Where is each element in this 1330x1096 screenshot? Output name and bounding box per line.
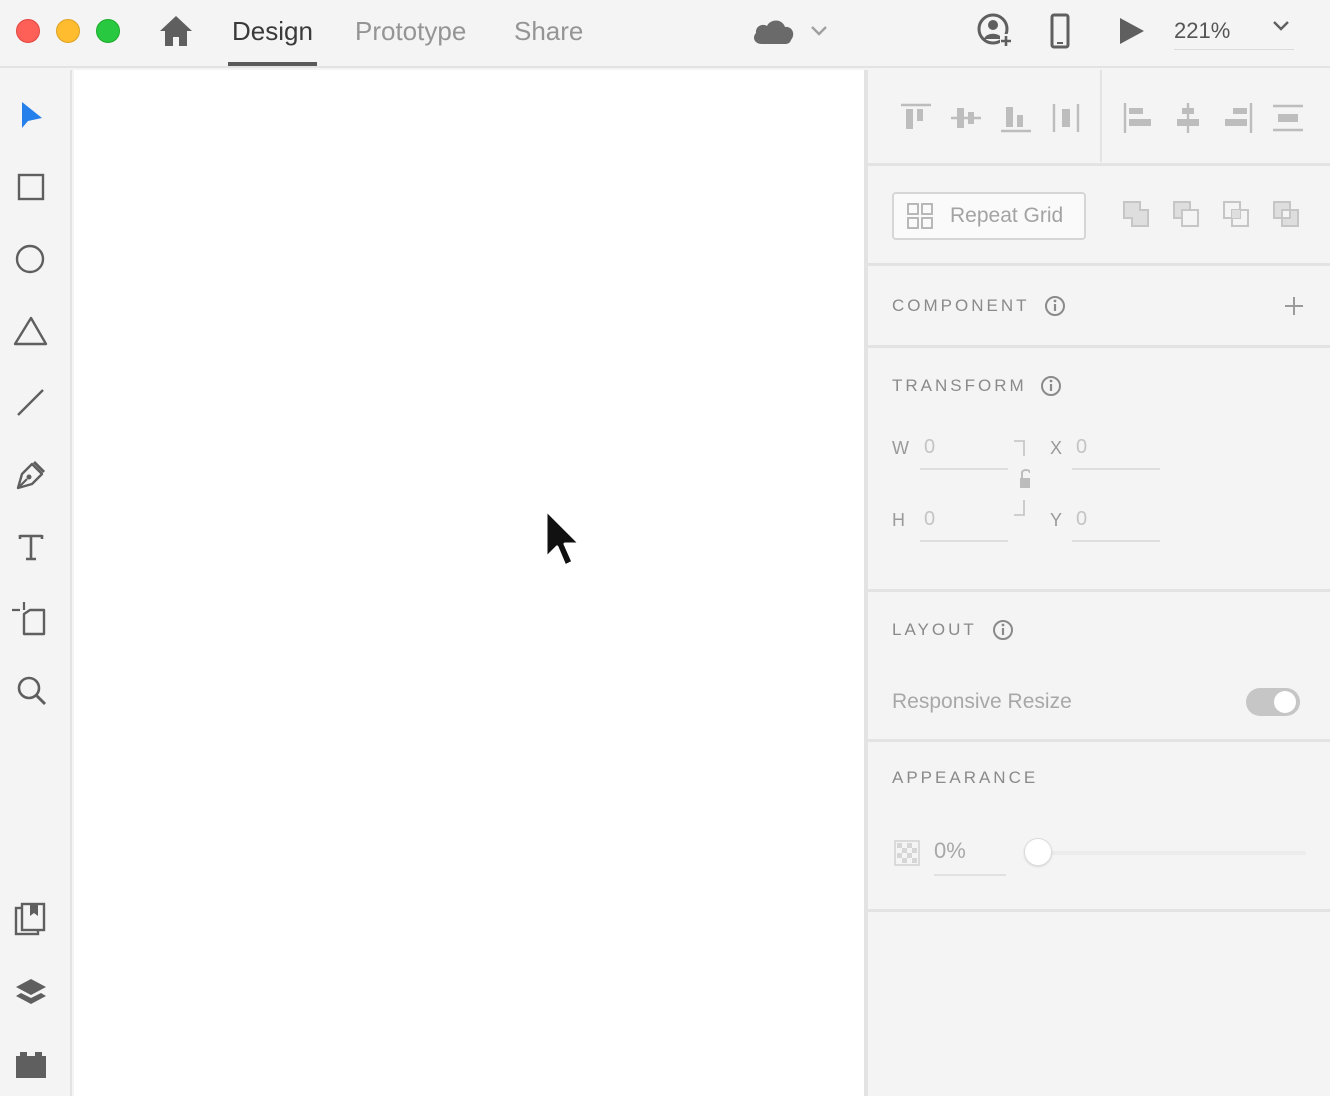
layout-section [868, 592, 1330, 742]
rectangle-icon[interactable] [10, 166, 52, 208]
align-left-icon[interactable] [1120, 100, 1156, 136]
line-icon[interactable] [10, 382, 52, 424]
width-underline [920, 468, 1008, 470]
cloud-icon[interactable] [750, 16, 796, 46]
xd-app-window: Design Prototype Share 221% Repeat Grid … [0, 0, 1330, 1096]
align-right-icon[interactable] [1220, 100, 1256, 136]
info-icon[interactable] [1040, 375, 1062, 397]
y-label: Y [1050, 510, 1064, 530]
mouse-pointer-icon [544, 508, 582, 568]
distribute-horizontal-icon[interactable] [1048, 100, 1084, 136]
component-title: COMPONENT [892, 296, 1030, 315]
tool-bar [0, 70, 72, 1096]
window-maximize-button[interactable] [96, 19, 120, 43]
pen-icon[interactable] [10, 454, 52, 496]
opacity-slider-track[interactable] [1038, 851, 1306, 855]
title-bar: Design Prototype Share 221% [0, 0, 1330, 68]
repeat-grid-label: Repeat Grid [950, 204, 1064, 227]
opacity-slider-handle[interactable] [1024, 838, 1052, 866]
window-minimize-button[interactable] [56, 19, 80, 43]
layers-icon[interactable] [10, 970, 52, 1012]
boolean-add-icon[interactable] [1120, 198, 1152, 230]
zoom-icon[interactable] [10, 670, 52, 712]
home-icon[interactable] [158, 14, 194, 48]
property-inspector: Repeat Grid COMPONENT TRANSFORM W 0 H 0 … [864, 70, 1330, 1096]
height-label: H [892, 510, 906, 530]
info-icon[interactable] [1044, 295, 1066, 317]
tab-prototype[interactable]: Prototype [355, 14, 466, 66]
height-field[interactable]: 0 [924, 508, 935, 531]
responsive-resize-label: Responsive Resize [892, 690, 1072, 713]
x-underline [1072, 468, 1160, 470]
tab-design[interactable]: Design [228, 14, 317, 66]
boolean-intersect-icon[interactable] [1220, 198, 1252, 230]
lock-aspect-icon[interactable] [1010, 440, 1030, 516]
y-field[interactable]: 0 [1076, 508, 1087, 531]
window-close-button[interactable] [16, 19, 40, 43]
align-section [868, 70, 1330, 166]
grid-icon [907, 203, 933, 229]
distribute-vertical-icon[interactable] [1270, 100, 1306, 136]
appearance-title: APPEARANCE [892, 768, 1039, 787]
align-middle-icon[interactable] [948, 100, 984, 136]
layout-title: LAYOUT [892, 620, 977, 639]
height-underline [920, 540, 1008, 542]
plugins-icon[interactable] [10, 1042, 52, 1084]
x-label: X [1050, 438, 1064, 458]
y-underline [1072, 540, 1160, 542]
responsive-resize-toggle[interactable] [1246, 688, 1300, 716]
ellipse-icon[interactable] [10, 238, 52, 280]
add-component-icon[interactable] [1282, 294, 1306, 318]
play-icon[interactable] [1114, 14, 1148, 48]
chevron-down-icon[interactable] [808, 20, 830, 40]
invite-user-icon[interactable] [976, 12, 1014, 50]
design-canvas[interactable] [74, 70, 864, 1096]
align-center-icon[interactable] [1170, 100, 1206, 136]
boolean-exclude-icon[interactable] [1270, 198, 1302, 230]
divider [1100, 70, 1102, 162]
opacity-field[interactable]: 0% [934, 838, 1006, 876]
repeat-grid-button[interactable]: Repeat Grid [892, 192, 1086, 240]
polygon-icon[interactable] [10, 310, 52, 352]
align-top-icon[interactable] [898, 100, 934, 136]
width-label: W [892, 438, 910, 458]
assets-icon[interactable] [10, 898, 52, 940]
align-bottom-icon[interactable] [998, 100, 1034, 136]
x-field[interactable]: 0 [1076, 436, 1087, 459]
toggle-knob [1274, 691, 1296, 713]
width-field[interactable]: 0 [924, 436, 935, 459]
text-icon[interactable] [10, 526, 52, 568]
boolean-subtract-icon[interactable] [1170, 198, 1202, 230]
tab-share[interactable]: Share [514, 14, 583, 66]
artboard-icon[interactable] [10, 598, 52, 640]
opacity-checker-icon [894, 840, 920, 866]
info-icon[interactable] [992, 619, 1014, 641]
transform-title: TRANSFORM [892, 376, 1027, 395]
device-preview-icon[interactable] [1046, 13, 1074, 49]
chevron-down-icon[interactable] [1270, 16, 1292, 36]
select-icon[interactable] [10, 94, 52, 136]
